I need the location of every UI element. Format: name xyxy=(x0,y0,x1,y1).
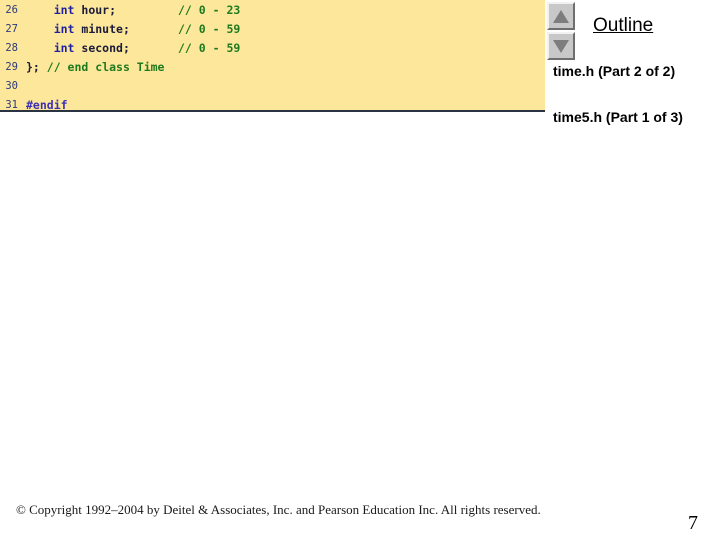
code-line: 26 int hour; // 0 - 23 xyxy=(0,0,545,19)
code-token: int xyxy=(53,21,75,36)
previous-slide-button[interactable] xyxy=(547,2,575,30)
code-listing-panel: 26 int hour; // 0 - 23 27 int minute; // 0 … xyxy=(0,0,545,112)
outline-panel: Outline time.h (Part 2 of 2) time5.h (Pa… xyxy=(545,0,720,540)
code-token: minute; xyxy=(74,21,130,36)
line-number: 29 xyxy=(5,60,18,73)
triangle-down-icon xyxy=(553,39,569,53)
code-line-text: }; // end class Time xyxy=(26,60,545,74)
outline-title: Outline xyxy=(593,15,654,36)
code-token: #endif xyxy=(26,97,68,112)
code-token: }; xyxy=(26,59,47,74)
code-line: 30 xyxy=(0,76,545,95)
code-token: int xyxy=(53,2,75,17)
code-line: 31 #endif xyxy=(0,95,545,112)
line-number: 27 xyxy=(5,22,18,35)
code-trailing-comment: // 0 - 23 xyxy=(178,2,241,17)
triangle-up-icon xyxy=(553,9,569,23)
code-line-text: int minute; // 0 - 59 xyxy=(26,22,545,36)
page-number: 7 xyxy=(688,512,698,534)
code-token: second; xyxy=(74,40,130,55)
outline-item[interactable]: time5.h (Part 1 of 3) xyxy=(553,109,683,125)
line-number: 28 xyxy=(5,41,18,54)
code-lines-container: 26 int hour; // 0 - 23 27 int minute; // 0 … xyxy=(0,0,545,112)
line-number: 30 xyxy=(5,79,18,92)
line-number: 31 xyxy=(5,98,18,111)
code-token: // end class Time xyxy=(46,59,165,74)
next-slide-button[interactable] xyxy=(547,32,575,60)
copyright-notice: © Copyright 1992–2004 by Deitel & Associ… xyxy=(16,505,541,517)
code-token: hour; xyxy=(74,2,117,17)
code-line-text: #endif xyxy=(26,97,545,112)
code-trailing-comment: // 0 - 59 xyxy=(178,40,241,55)
line-number: 26 xyxy=(5,3,18,16)
code-token: int xyxy=(53,40,75,55)
code-trailing-comment: // 0 - 59 xyxy=(178,21,241,36)
code-line: 29}; // end class Time xyxy=(0,57,545,76)
code-line: 27 int minute; // 0 - 59 xyxy=(0,19,545,38)
slide-navigation-buttons xyxy=(547,2,575,62)
outline-item[interactable]: time.h (Part 2 of 2) xyxy=(553,63,675,79)
code-line-text: int hour; // 0 - 23 xyxy=(26,3,545,17)
code-line-text: int second; // 0 - 59 xyxy=(26,41,545,55)
code-line: 28 int second; // 0 - 59 xyxy=(0,38,545,57)
